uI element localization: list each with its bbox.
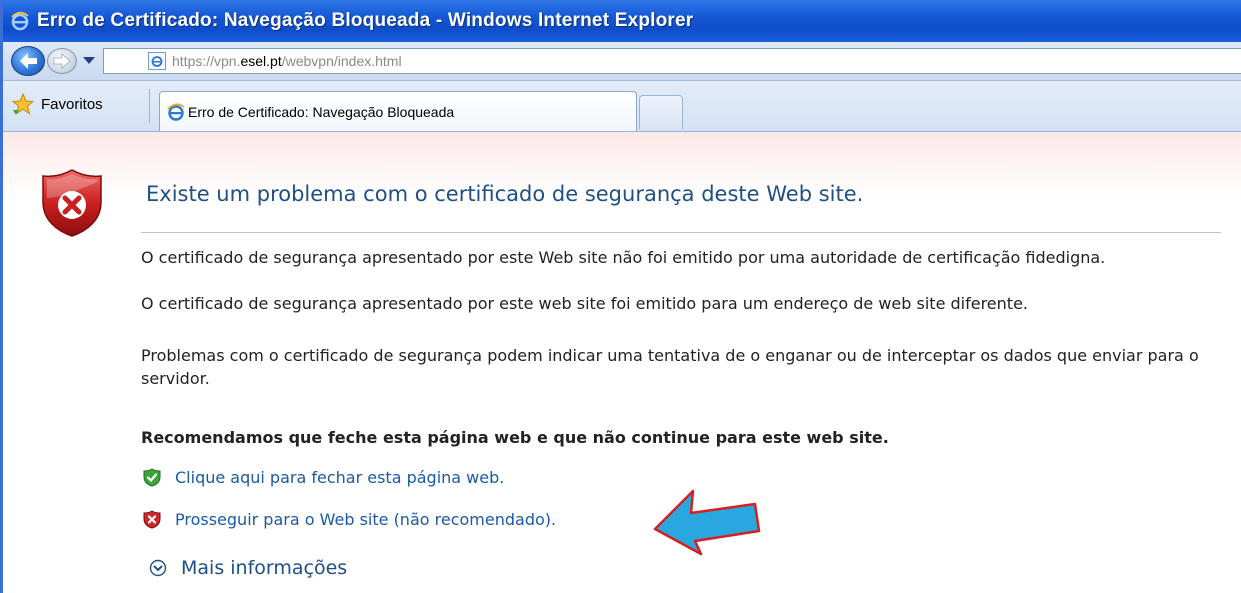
- tab-certificate-error[interactable]: Erro de Certificado: Navegação Bloqueada: [159, 91, 637, 131]
- toolbar-separator: [149, 89, 150, 123]
- chevron-circle-down-icon: [149, 559, 167, 577]
- ie-logo-icon: [9, 10, 31, 32]
- pointing-arrow-icon: [653, 489, 761, 556]
- back-button[interactable]: [11, 46, 45, 76]
- back-arrow-icon: [20, 53, 37, 69]
- browser-window: Erro de Certificado: Navegação Bloqueada…: [0, 0, 1241, 593]
- address-url[interactable]: https://vpn.esel.pt/webvpn/index.html: [172, 53, 402, 69]
- error-shield-icon: [42, 169, 102, 237]
- error-description-2: O certificado de segurança apresentado p…: [141, 294, 1028, 313]
- more-info-toggle[interactable]: Mais informações: [149, 557, 347, 579]
- divider: [141, 232, 1221, 233]
- window-title: Erro de Certificado: Navegação Bloqueada…: [37, 10, 694, 31]
- continue-to-site-link-text[interactable]: Prosseguir para o Web site (não recomend…: [175, 510, 556, 529]
- favorites-button[interactable]: Favoritos: [11, 89, 103, 119]
- navigation-bar: https://vpn.esel.pt/webvpn/index.html: [3, 42, 1241, 81]
- more-info-label[interactable]: Mais informações: [181, 557, 347, 579]
- page-title: Existe um problema com o certificado de …: [146, 182, 864, 206]
- error-shield-icon: [143, 510, 161, 529]
- tab-bar: Favoritos Erro de Certificado: Navegação…: [3, 81, 1241, 132]
- new-tab-button[interactable]: [639, 95, 683, 129]
- forward-arrow-icon: [53, 53, 71, 69]
- continue-to-site-link[interactable]: Prosseguir para o Web site (não recomend…: [143, 510, 556, 529]
- close-page-link-text[interactable]: Clique aqui para fechar esta página web.: [175, 468, 504, 487]
- tab-label: Erro de Certificado: Navegação Bloqueada: [188, 103, 455, 120]
- address-bar[interactable]: https://vpn.esel.pt/webvpn/index.html: [103, 48, 1241, 74]
- error-description-1: O certificado de segurança apresentado p…: [141, 248, 1106, 267]
- ie-logo-icon: [167, 103, 185, 121]
- star-icon: [11, 92, 35, 115]
- title-bar: Erro de Certificado: Navegação Bloqueada…: [3, 0, 1241, 42]
- error-page: Existe um problema com o certificado de …: [3, 132, 1241, 593]
- favorites-label: Favoritos: [41, 95, 103, 113]
- close-page-link[interactable]: Clique aqui para fechar esta página web.: [143, 468, 504, 487]
- recommendation-text: Recomendamos que feche esta página web e…: [141, 428, 889, 447]
- forward-button[interactable]: [47, 48, 77, 74]
- ok-shield-icon: [143, 468, 161, 487]
- error-description-3: Problemas com o certificado de segurança…: [141, 346, 1199, 388]
- page-icon: [148, 52, 166, 70]
- history-dropdown-button[interactable]: [83, 57, 95, 64]
